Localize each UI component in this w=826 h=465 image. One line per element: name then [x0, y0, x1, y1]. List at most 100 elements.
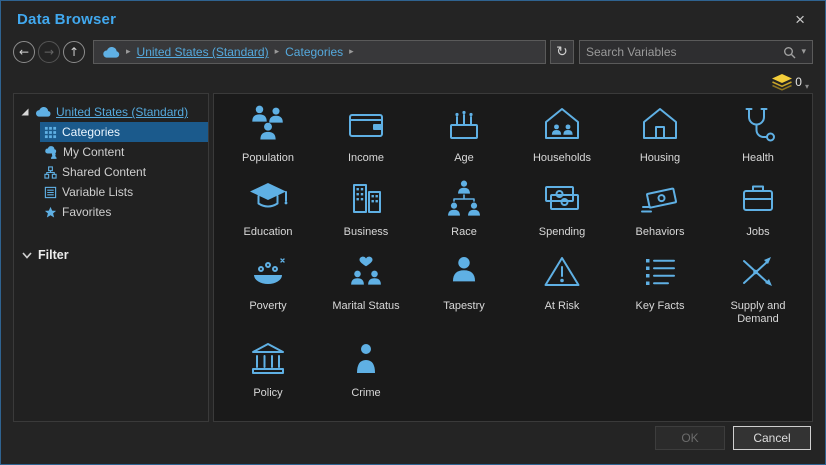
- credits-count: 0: [795, 75, 802, 89]
- expander-icon[interactable]: [20, 107, 30, 117]
- category-policy[interactable]: Policy: [220, 337, 316, 401]
- category-label: Key Facts: [636, 300, 685, 314]
- categories-grid: Population Income: [220, 102, 806, 401]
- population-icon: [246, 102, 290, 146]
- category-business[interactable]: Business: [318, 176, 414, 240]
- search-box: ▾: [579, 40, 813, 64]
- sidebar-item-label: My Content: [63, 145, 124, 159]
- category-label: Age: [454, 152, 474, 166]
- category-population[interactable]: Population: [220, 102, 316, 166]
- tree-root-united-states[interactable]: United States (Standard): [14, 102, 208, 122]
- credits-dropdown-icon[interactable]: ▾: [805, 82, 809, 91]
- category-households[interactable]: Households: [514, 102, 610, 166]
- favorites-star-icon: [44, 206, 57, 219]
- sidebar-item-my-content[interactable]: My Content: [40, 142, 208, 162]
- close-icon[interactable]: ×: [791, 9, 809, 30]
- category-label: Policy: [253, 387, 282, 401]
- ok-button[interactable]: OK: [655, 426, 725, 450]
- forward-icon: →: [44, 45, 54, 59]
- category-tapestry[interactable]: Tapestry: [416, 250, 512, 328]
- filter-section-header[interactable]: Filter: [14, 248, 208, 262]
- chevron-down-icon: [22, 252, 32, 259]
- credits-layers-icon: [772, 74, 792, 91]
- dialog-footer: OK Cancel: [1, 422, 825, 464]
- category-label: Households: [533, 152, 591, 166]
- category-housing[interactable]: Housing: [612, 102, 708, 166]
- data-browser-dialog: Data Browser × ← → ↑ ▸ United States (St…: [0, 0, 826, 465]
- category-label: Housing: [640, 152, 680, 166]
- category-supply-and-demand[interactable]: Supply and Demand: [710, 250, 806, 328]
- race-icon: [442, 176, 486, 220]
- category-key-facts[interactable]: Key Facts: [612, 250, 708, 328]
- refresh-button[interactable]: ↻: [550, 40, 574, 64]
- sidebar-item-label: Variable Lists: [62, 185, 133, 199]
- forward-button[interactable]: →: [38, 41, 60, 63]
- back-icon: ←: [19, 45, 29, 59]
- category-behaviors[interactable]: Behaviors: [612, 176, 708, 240]
- tapestry-icon: [442, 250, 486, 294]
- filter-label: Filter: [38, 248, 69, 262]
- category-age[interactable]: Age: [416, 102, 512, 166]
- sidebar-item-label: Shared Content: [62, 165, 146, 179]
- shared-content-icon: [44, 166, 57, 179]
- sidebar-item-favorites[interactable]: Favorites: [40, 202, 208, 222]
- age-icon: [442, 102, 486, 146]
- category-label: Behaviors: [636, 226, 685, 240]
- sidebar-tree: United States (Standard) Categories My C…: [13, 93, 209, 422]
- behaviors-icon: [638, 176, 682, 220]
- category-health[interactable]: Health: [710, 102, 806, 166]
- categories-grid-icon: [44, 126, 57, 139]
- marital-status-icon: [344, 250, 388, 294]
- up-button[interactable]: ↑: [63, 41, 85, 63]
- category-jobs[interactable]: Jobs: [710, 176, 806, 240]
- category-label: Education: [244, 226, 293, 240]
- cloud-icon: [102, 47, 120, 58]
- category-label: Race: [451, 226, 477, 240]
- breadcrumb-root-link[interactable]: United States (Standard): [137, 45, 269, 59]
- at-risk-icon: [540, 250, 584, 294]
- category-education[interactable]: Education: [220, 176, 316, 240]
- category-label: Spending: [539, 226, 586, 240]
- breadcrumb-separator-icon: ▸: [126, 47, 131, 57]
- households-icon: [540, 102, 584, 146]
- spending-icon: [540, 176, 584, 220]
- category-label: Population: [242, 152, 294, 166]
- supply-and-demand-icon: [736, 250, 780, 294]
- category-income[interactable]: Income: [318, 102, 414, 166]
- key-facts-icon: [638, 250, 682, 294]
- category-spending[interactable]: Spending: [514, 176, 610, 240]
- health-icon: [736, 102, 780, 146]
- poverty-icon: [246, 250, 290, 294]
- credits-indicator[interactable]: 0 ▾: [1, 71, 825, 93]
- variable-lists-icon: [44, 186, 57, 199]
- search-icon: [783, 46, 796, 59]
- my-content-icon: [44, 146, 58, 159]
- sidebar-item-categories[interactable]: Categories: [40, 122, 208, 142]
- category-marital-status[interactable]: Marital Status: [318, 250, 414, 328]
- title-bar: Data Browser ×: [1, 1, 825, 37]
- housing-icon: [638, 102, 682, 146]
- search-dropdown-icon[interactable]: ▾: [801, 47, 806, 57]
- business-icon: [344, 176, 388, 220]
- policy-icon: [246, 337, 290, 381]
- breadcrumb-section-link[interactable]: Categories: [285, 45, 343, 59]
- income-icon: [344, 102, 388, 146]
- sidebar-item-label: Favorites: [62, 205, 111, 219]
- category-crime[interactable]: Crime: [318, 337, 414, 401]
- refresh-icon: ↻: [556, 44, 568, 60]
- category-label: Business: [344, 226, 389, 240]
- category-poverty[interactable]: Poverty: [220, 250, 316, 328]
- sidebar-item-shared-content[interactable]: Shared Content: [40, 162, 208, 182]
- category-at-risk[interactable]: At Risk: [514, 250, 610, 328]
- sidebar-item-label: Categories: [62, 125, 120, 139]
- up-icon: ↑: [69, 45, 79, 59]
- breadcrumb-separator-icon: ▸: [349, 47, 354, 57]
- sidebar-item-variable-lists[interactable]: Variable Lists: [40, 182, 208, 202]
- category-label: At Risk: [545, 300, 580, 314]
- category-race[interactable]: Race: [416, 176, 512, 240]
- cancel-button[interactable]: Cancel: [733, 426, 811, 450]
- breadcrumb-separator-icon: ▸: [275, 47, 280, 57]
- back-button[interactable]: ←: [13, 41, 35, 63]
- education-icon: [246, 176, 290, 220]
- search-input[interactable]: [586, 45, 778, 59]
